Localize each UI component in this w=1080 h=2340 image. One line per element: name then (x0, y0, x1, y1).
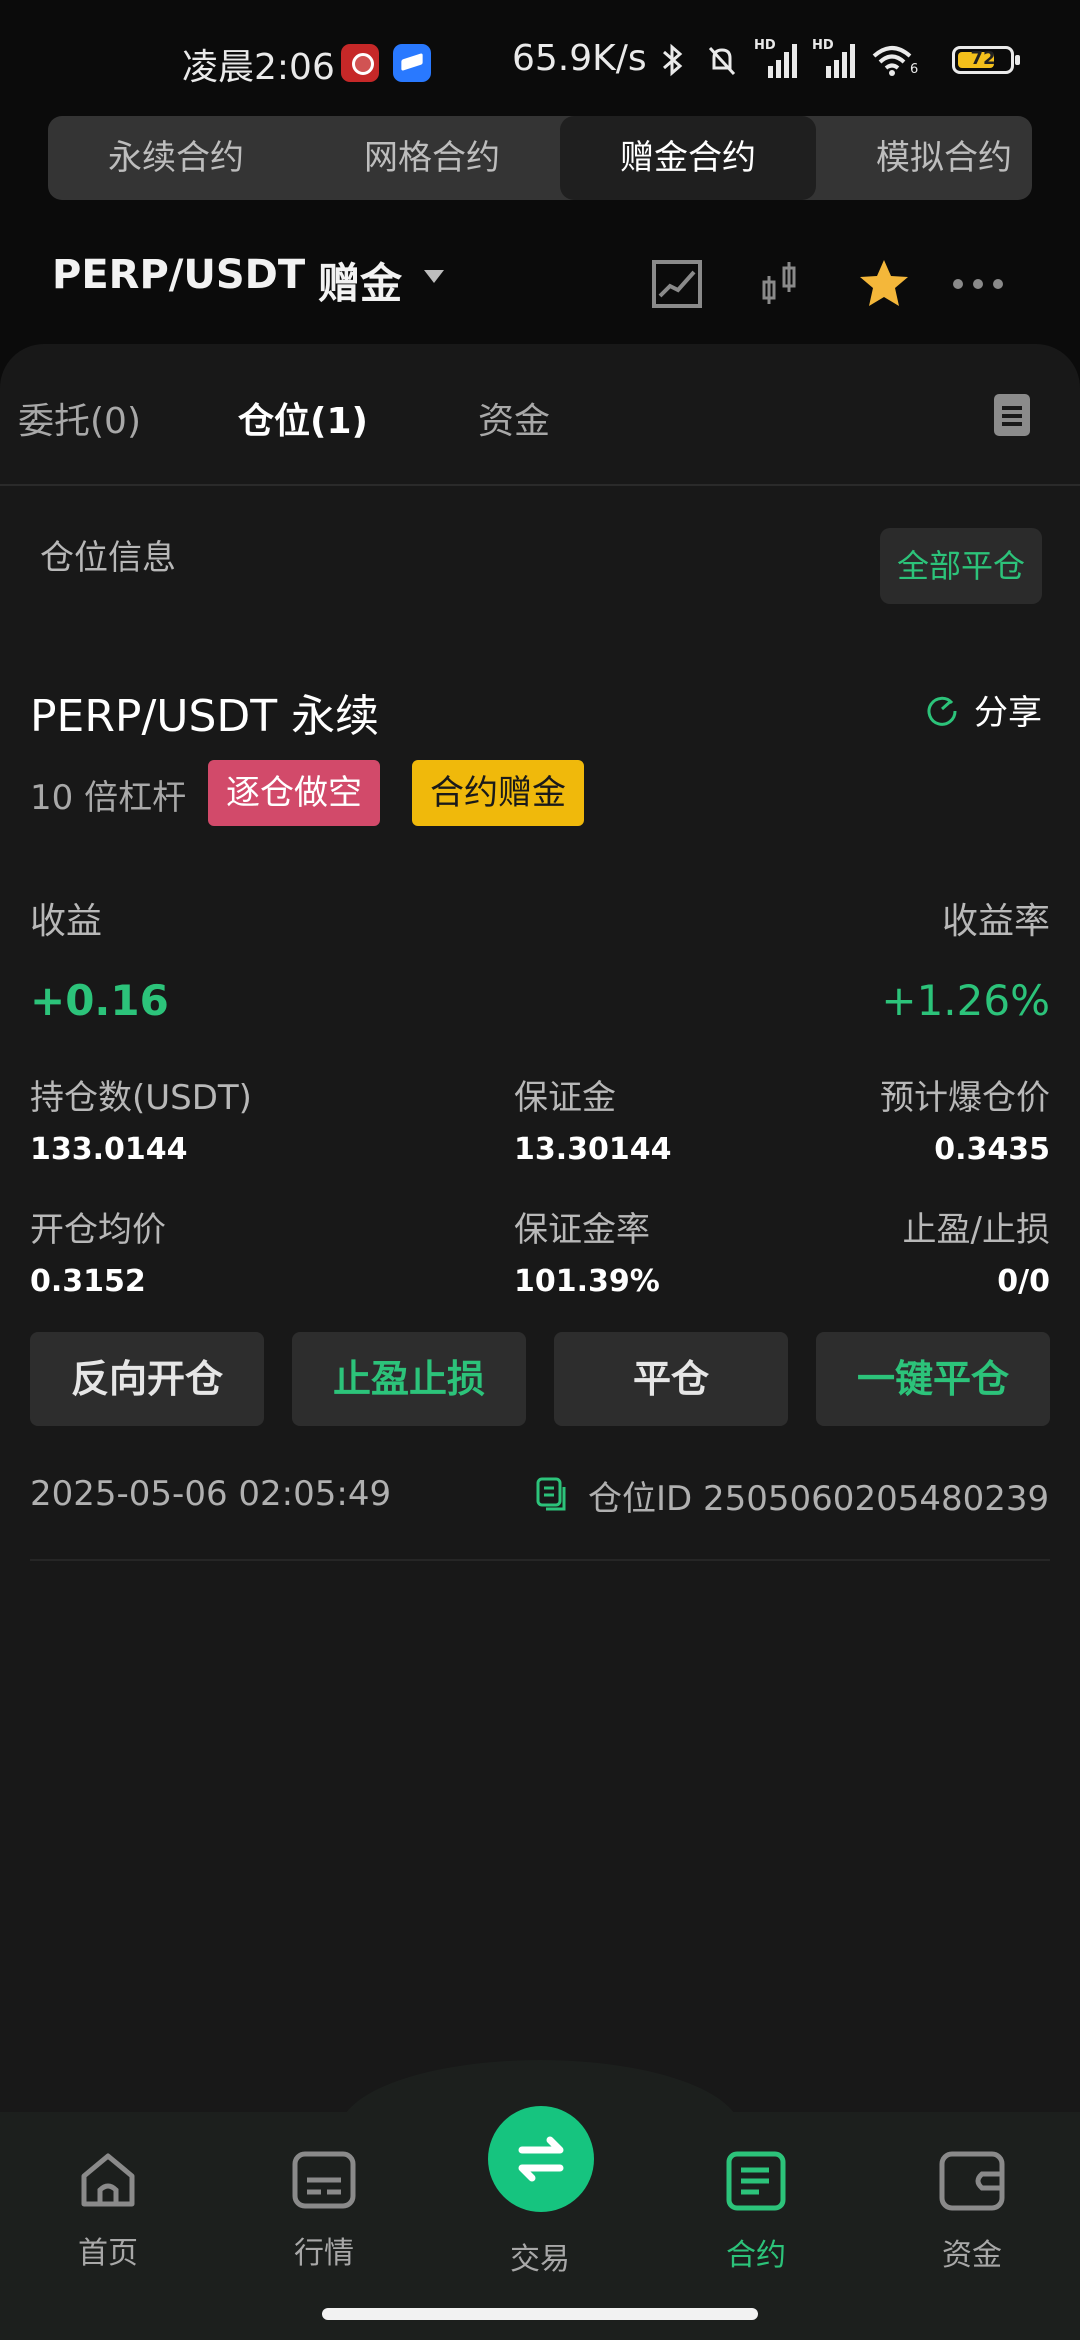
tab-positions[interactable]: 仓位(1) (238, 392, 368, 444)
more-icon[interactable] (950, 256, 1006, 312)
nav-trade-label: 交易 (510, 2242, 570, 2277)
quick-close-button[interactable]: 一键平仓 (816, 1332, 1050, 1426)
tab-bonus[interactable]: 赠金合约 (560, 116, 816, 200)
caret-down-icon[interactable] (424, 270, 444, 283)
position-id[interactable]: 仓位ID 2505060205480239 (534, 1470, 1049, 1520)
nav-market-label: 行情 (294, 2236, 354, 2271)
signal-1-icon: HD (754, 38, 798, 78)
share-icon (927, 696, 957, 726)
pair-header: PERP/USDT 赠金 (0, 240, 1080, 320)
leverage-label: 10 倍杠杆 (30, 778, 187, 818)
network-speed: 65.9K/s (512, 38, 647, 79)
tab-funds[interactable]: 资金 (478, 392, 550, 444)
battery-icon: 72 (952, 46, 1020, 74)
entry-price-value: 0.3152 (30, 1264, 146, 1299)
nav-home[interactable]: 首页 (28, 2150, 188, 2272)
position-mode-badge: 逐仓做空 (208, 760, 380, 826)
star-icon[interactable] (856, 256, 912, 312)
margin-ratio-label: 保证金率 (514, 1210, 650, 1250)
tp-sl-button[interactable]: 止盈止损 (292, 1332, 526, 1426)
margin-value: 13.30144 (514, 1132, 672, 1167)
open-time: 2025-05-06 02:05:49 (30, 1474, 392, 1514)
wallet-icon (939, 2151, 1005, 2211)
bonus-badge: 合约赠金 (412, 760, 584, 826)
bluetooth-icon (663, 43, 683, 77)
pnl-label: 收益 (30, 901, 103, 942)
nav-contract[interactable]: 合约 (676, 2150, 836, 2274)
positions-panel: 委托(0) 仓位(1) 资金 仓位信息 全部平仓 PERP/USDT 永续 分享… (0, 344, 1080, 2340)
size-label: 持仓数(USDT) (30, 1078, 252, 1118)
close-all-button[interactable]: 全部平仓 (880, 528, 1042, 604)
tab-demo[interactable]: 模拟合约 (816, 116, 1032, 200)
pair-selector[interactable]: PERP/USDT (52, 252, 305, 298)
home-icon (81, 2153, 135, 2207)
copy-icon (536, 1477, 566, 1511)
entry-price-label: 开仓均价 (30, 1210, 166, 1250)
battery-percent: 72 (970, 48, 996, 69)
app-notification-icon (341, 44, 379, 82)
swap-icon (518, 2136, 564, 2182)
nav-assets[interactable]: 资金 (892, 2150, 1052, 2274)
clock: 凌晨2:06 (182, 47, 335, 88)
nav-home-label: 首页 (78, 2236, 138, 2271)
tpsl-label: 止盈/止损 (902, 1210, 1050, 1250)
nav-contract-label: 合约 (726, 2238, 786, 2273)
roi-value: +1.26% (881, 976, 1050, 1025)
margin-label: 保证金 (514, 1078, 616, 1118)
nav-assets-label: 资金 (942, 2238, 1002, 2273)
position-title: PERP/USDT 永续 (30, 691, 380, 742)
close-position-button[interactable]: 平仓 (554, 1332, 788, 1426)
line-chart-icon[interactable] (650, 256, 706, 312)
nav-market[interactable]: 行情 (244, 2150, 404, 2272)
reverse-open-button[interactable]: 反向开仓 (30, 1332, 264, 1426)
contract-type-tabs: 永续合约 网格合约 赠金合约 模拟合约 (48, 116, 1032, 200)
position-id-text: 仓位ID 2505060205480239 (588, 1478, 1050, 1519)
tab-grid[interactable]: 网格合约 (304, 116, 560, 200)
wifi-icon: 6 (870, 42, 920, 78)
wifi-label: 6 (910, 62, 919, 77)
status-bar: 凌晨2:06 65.9K/s HD HD 6 72 (0, 0, 1080, 110)
tpsl-value: 0/0 (997, 1264, 1050, 1299)
share-button[interactable]: 分享 (924, 684, 1042, 734)
contract-icon (726, 2151, 786, 2211)
size-value: 133.0144 (30, 1132, 188, 1167)
signal-2-icon: HD (812, 38, 856, 78)
tab-orders[interactable]: 委托(0) (18, 392, 141, 444)
pair-tag[interactable]: 赠金 (318, 250, 402, 311)
margin-ratio-value: 101.39% (514, 1264, 660, 1299)
mute-bell-icon (708, 46, 736, 76)
divider (30, 1559, 1050, 1561)
tab-perpetual[interactable]: 永续合约 (48, 116, 304, 200)
roi-label: 收益率 (941, 901, 1050, 942)
pnl-value: +0.16 (30, 976, 169, 1025)
liq-price-value: 0.3435 (934, 1132, 1050, 1167)
nav-trade[interactable] (488, 2106, 594, 2212)
status-icons: HD HD 6 (654, 38, 920, 80)
candlestick-icon[interactable] (752, 256, 808, 312)
liq-price-label: 预计爆仓价 (880, 1078, 1050, 1118)
home-indicator (322, 2308, 758, 2320)
sub-tabs: 委托(0) 仓位(1) 资金 (0, 344, 1080, 486)
section-title: 仓位信息 (40, 538, 176, 578)
document-icon[interactable] (994, 394, 1030, 436)
market-icon (292, 2151, 356, 2209)
app-notification-icon (393, 44, 431, 82)
share-label: 分享 (974, 692, 1042, 733)
